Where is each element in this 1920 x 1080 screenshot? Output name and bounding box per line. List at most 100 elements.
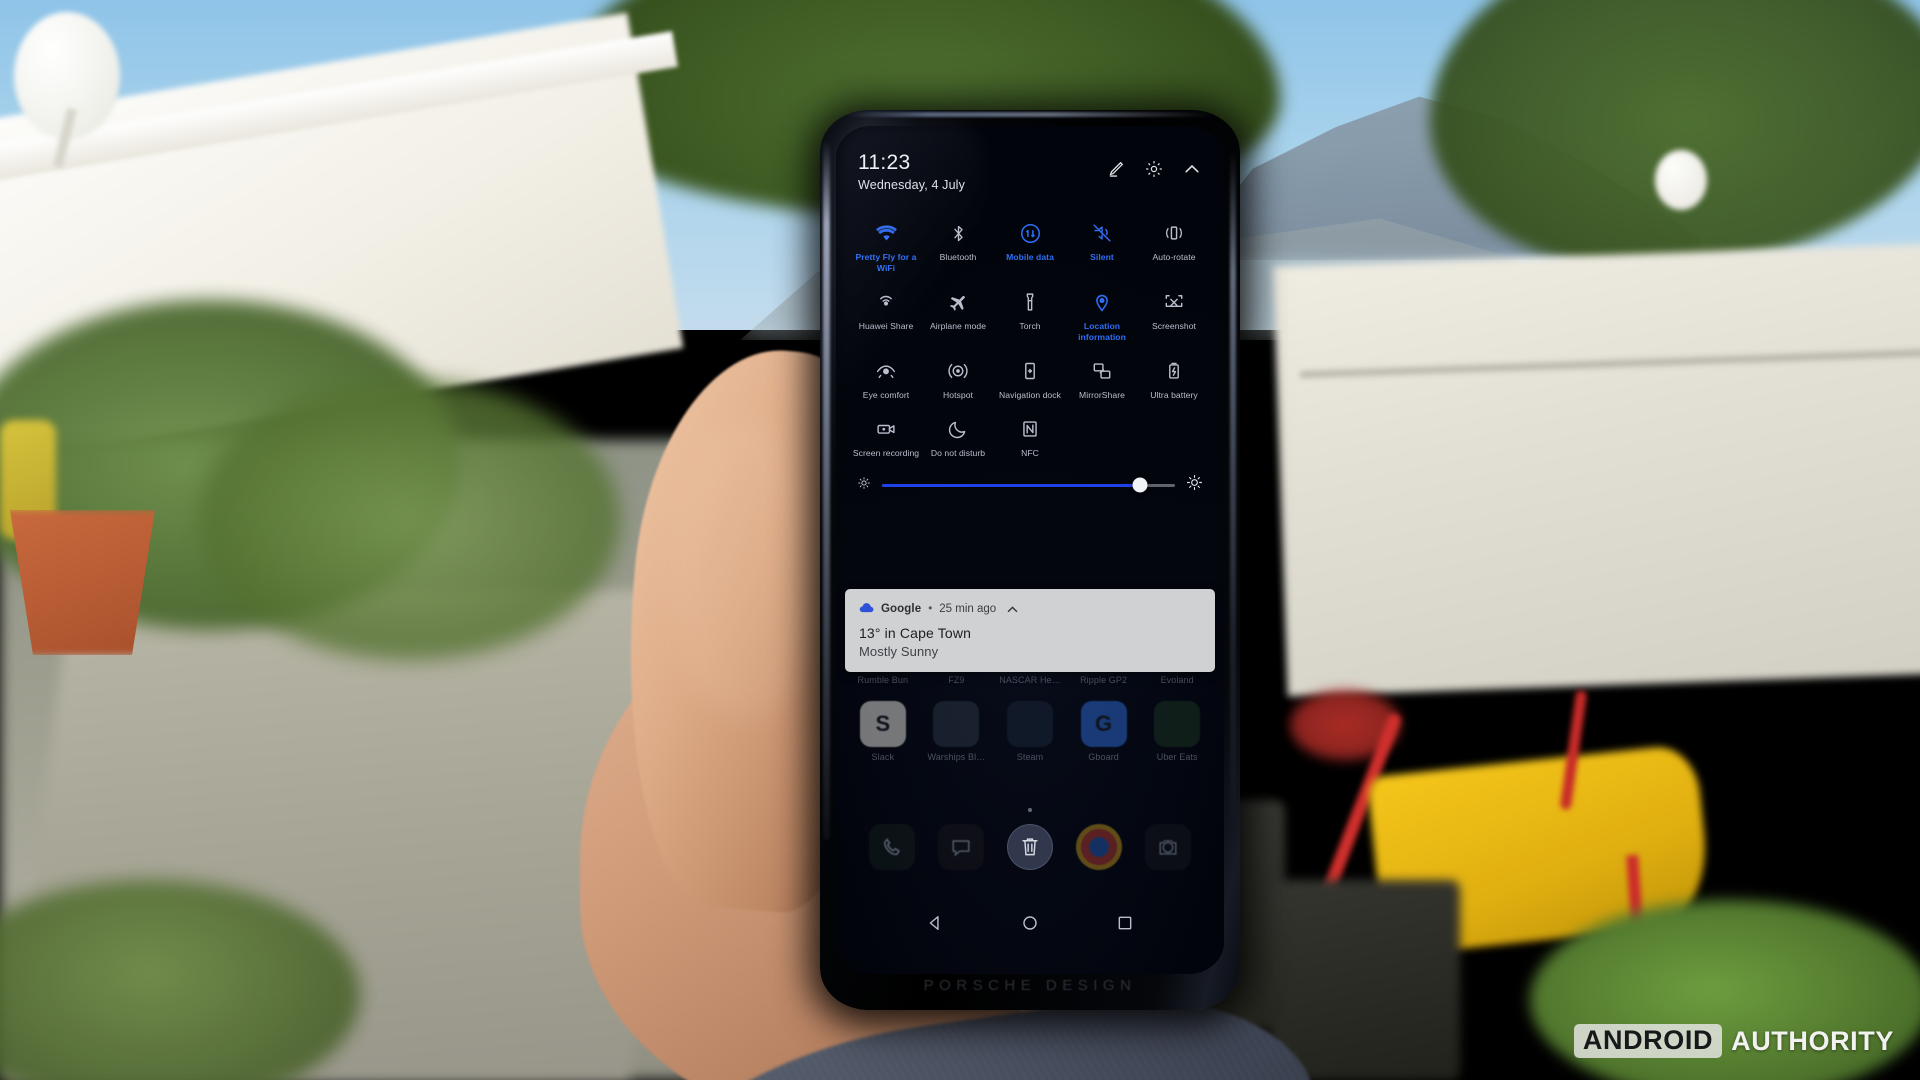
app-glyph: S (859, 701, 906, 747)
qs-tile-eye-comfort[interactable]: Eye comfort (850, 352, 922, 404)
bluetooth-icon (948, 220, 969, 246)
huawei-share-icon (875, 289, 897, 315)
qs-tile-huawei-share[interactable]: Huawei Share (850, 283, 922, 346)
screenshot-icon (1163, 289, 1185, 315)
app-glyph (933, 701, 980, 747)
app-label: Rumble Bun (857, 675, 909, 685)
qs-tile-mobile-data[interactable]: Mobile data (994, 214, 1066, 277)
header-actions (1106, 159, 1202, 179)
qs-tile-label: Pretty Fly for a WiFi (855, 252, 917, 274)
airplane-icon (947, 289, 969, 315)
mobile-data-icon (1019, 220, 1042, 246)
recents-button[interactable] (1115, 913, 1135, 938)
messages-icon[interactable] (938, 824, 985, 870)
app-icon-uber-eats[interactable]: Uber Eats (1140, 701, 1214, 762)
qs-tile-do-not-disturb[interactable]: Do not disturb (922, 410, 994, 462)
moon-icon (947, 416, 969, 442)
qs-tile-label: Airplane mode (929, 321, 987, 332)
app-icon-steam[interactable]: Steam (993, 701, 1067, 762)
app-label: Slack (871, 752, 895, 762)
wifi-icon (875, 220, 898, 246)
phone-screen[interactable]: Rumble Bun FZ9 NASCAR He… Ripple GP2 Evoland… (836, 126, 1224, 974)
silent-icon (1091, 220, 1113, 246)
notification-timestamp: 25 min ago (939, 603, 997, 615)
app-glyph (1154, 701, 1201, 747)
app-label: Warships Bl… (927, 752, 986, 762)
clock-block: 11:23 Wednesday, 4 July (858, 151, 966, 193)
notification-card[interactable]: Google • 25 min ago 13° in Cape Town Mos… (845, 589, 1215, 672)
clear-all-icon[interactable] (1006, 824, 1053, 870)
watermark-android: ANDROID (1573, 1024, 1723, 1058)
phone-device: PORSCHE DESIGN Rumble Bun FZ9 NASCAR He… Ri… (820, 110, 1240, 1010)
qs-tile-navigation-dock[interactable]: Navigation dock (994, 352, 1066, 404)
qs-tile-airplane-mode[interactable]: Airplane mode (922, 283, 994, 346)
dock (836, 824, 1224, 870)
phone-icon[interactable] (869, 824, 916, 870)
qs-tile-screen-recording[interactable]: Screen recording (850, 410, 922, 462)
hotspot-icon (947, 358, 969, 384)
qs-tile-bluetooth[interactable]: Bluetooth (922, 214, 994, 277)
qs-tile-pretty-fly-for-a-wifi[interactable]: Pretty Fly for a WiFi (850, 214, 922, 277)
gear-icon[interactable] (1144, 159, 1164, 179)
edit-icon[interactable] (1106, 159, 1126, 179)
quick-settings-panel: 11:23 Wednesday, 4 July Pretty Fly for a… (836, 126, 1224, 602)
qs-tile-hotspot[interactable]: Hotspot (922, 352, 994, 404)
watermark-authority: AUTHORITY (1731, 1025, 1894, 1056)
app-glyph (1006, 701, 1053, 747)
navigation-dock-icon (1019, 358, 1041, 384)
app-label: FZ9 (948, 675, 965, 685)
auto-rotate-icon (1163, 220, 1185, 246)
brightness-slider-row (850, 474, 1210, 496)
app-label: Steam (1016, 752, 1044, 762)
qs-tile-nfc[interactable]: NFC (994, 410, 1066, 462)
qs-tile-mirrorshare[interactable]: MirrorShare (1066, 352, 1138, 404)
home-button[interactable] (1020, 913, 1040, 938)
ultra-battery-icon (1163, 358, 1185, 384)
camera-icon[interactable] (1144, 824, 1191, 870)
satellite-dish-right (1655, 150, 1707, 210)
mirrorshare-icon (1091, 358, 1113, 384)
notification-separator: • (928, 603, 933, 615)
clock-date: Wednesday, 4 July (858, 178, 966, 193)
google-weather-icon (859, 600, 874, 618)
watermark: ANDROID AUTHORITY (1573, 1024, 1894, 1058)
qs-tile-label: Screen recording (852, 448, 920, 459)
qs-tile-auto-rotate[interactable]: Auto-rotate (1138, 214, 1210, 277)
qs-tile-location-information[interactable]: Location information (1066, 283, 1138, 346)
qs-tile-silent[interactable]: Silent (1066, 214, 1138, 277)
qs-tile-ultra-battery[interactable]: Ultra battery (1138, 352, 1210, 404)
qs-tile-screenshot[interactable]: Screenshot (1138, 283, 1210, 346)
quick-settings-header: 11:23 Wednesday, 4 July (850, 151, 1210, 193)
app-icon-warships-bl[interactable]: Warships Bl… (920, 701, 994, 762)
qs-tile-label: Ultra battery (1150, 390, 1198, 401)
back-button[interactable] (925, 913, 945, 938)
app-label: Ripple GP2 (1080, 675, 1128, 685)
qs-tile-torch[interactable]: Torch (994, 283, 1066, 346)
navigation-bar (836, 902, 1224, 948)
photo-scene: PORSCHE DESIGN Rumble Bun FZ9 NASCAR He… Ri… (0, 0, 1920, 1080)
chevron-up-icon[interactable] (1005, 602, 1020, 617)
app-icon-gboard[interactable]: G Gboard (1067, 701, 1141, 762)
app-icon-slack[interactable]: S Slack (846, 701, 920, 762)
page-indicator-dot (1028, 808, 1032, 812)
brightness-thumb[interactable] (1132, 477, 1148, 493)
phone-left-edge-highlight (823, 140, 830, 840)
thumb-highlight (670, 420, 820, 720)
location-pin-icon (1091, 289, 1113, 315)
boundary-wall (1272, 243, 1920, 697)
qs-tile-label: Silent (1090, 252, 1114, 263)
chevron-up-icon[interactable] (1182, 159, 1202, 179)
qs-tile-label: Eye comfort (862, 390, 910, 401)
qs-tile-label: Screenshot (1152, 321, 1196, 332)
phone-top-highlight (846, 112, 1214, 117)
qs-tile-label: Location information (1078, 321, 1126, 343)
brightness-slider[interactable] (882, 477, 1175, 493)
quick-settings-grid: Pretty Fly for a WiFi Bluetooth Mobile dat… (850, 214, 1210, 462)
screen-recording-icon (875, 416, 897, 442)
app-label: NASCAR He… (999, 675, 1061, 685)
app-label: Gboard (1088, 752, 1119, 762)
chrome-icon[interactable] (1075, 824, 1122, 870)
app-label: Uber Eats (1156, 752, 1198, 762)
notification-title: 13° in Cape Town (859, 625, 972, 641)
qs-tile-label: Torch (1019, 321, 1041, 332)
